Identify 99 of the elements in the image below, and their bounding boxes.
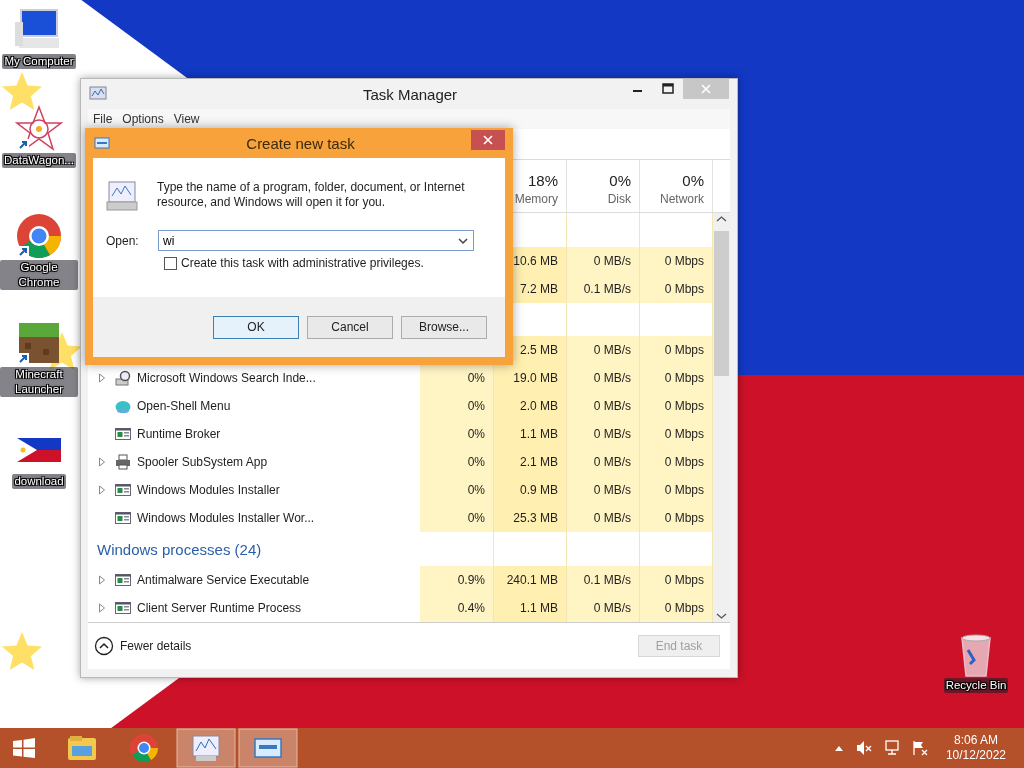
- scroll-thumb[interactable]: [714, 231, 729, 376]
- icon-label[interactable]: My Computer: [2, 54, 76, 69]
- checkbox-label[interactable]: Create this task with administrative privileges.: [181, 256, 424, 270]
- table-cell: 0 Mbps: [640, 246, 713, 275]
- process-icon: [115, 426, 131, 443]
- table-cell: 0 MB/s: [567, 336, 640, 365]
- table-cell: 19.0 MB: [494, 364, 567, 393]
- process-name[interactable]: Runtime Broker: [137, 427, 221, 442]
- table-cell: 0 Mbps: [640, 504, 713, 533]
- table-cell: 0 MB/s: [567, 392, 640, 421]
- table-cell: 0 MB/s: [567, 420, 640, 449]
- process-name[interactable]: Client Server Runtime Process: [137, 601, 302, 615]
- table-cell: 0%: [420, 364, 494, 393]
- table-cell: 1.1 MB: [494, 420, 567, 449]
- table-cell: 0%: [420, 448, 494, 477]
- shortcut-icon[interactable]: [15, 105, 63, 153]
- table-cell: 0.4%: [420, 594, 494, 622]
- table-cell: 0%: [420, 392, 494, 421]
- table-cell: 0 Mbps: [640, 448, 713, 477]
- process-name[interactable]: Windows Modules Installer Wor...: [137, 511, 315, 526]
- table-cell: 0.1 MB/s: [567, 274, 640, 303]
- menu-item[interactable]: Options: [122, 112, 164, 126]
- table-cell: 0 Mbps: [640, 336, 713, 365]
- process-icon: [115, 398, 131, 415]
- table-cell: 0 MB/s: [567, 246, 640, 275]
- table-cell: 2.0 MB: [494, 392, 567, 421]
- table-cell: 0 MB/s: [567, 364, 640, 393]
- dialog-title: Create new task: [245, 134, 356, 152]
- process-name[interactable]: Spooler SubSystem App: [137, 455, 268, 470]
- table-cell: 0 Mbps: [640, 420, 713, 449]
- process-icon: [115, 454, 131, 471]
- open-field[interactable]: wi: [158, 230, 474, 251]
- instruction-text: Type the name of a program, folder, document, or Internet resource, and Windows will open it for you.: [157, 180, 466, 211]
- speaker-muted-icon[interactable]: [855, 740, 872, 756]
- group-heading[interactable]: Windows processes (24): [88, 540, 262, 558]
- expand-arrow-icon[interactable]: [98, 457, 106, 468]
- process-icon: [115, 600, 131, 616]
- dialog-button[interactable]: Cancel: [307, 315, 393, 339]
- table-cell: 0 Mbps: [640, 476, 713, 505]
- computer-chart-icon: [105, 180, 139, 212]
- expand-arrow-icon[interactable]: [98, 575, 106, 585]
- dialog-button[interactable]: OK: [213, 315, 299, 339]
- expand-arrow-icon[interactable]: [98, 373, 106, 384]
- fewer-details-link[interactable]: Fewer details: [94, 636, 192, 656]
- close-icon[interactable]: [471, 130, 505, 150]
- table-cell: 25.3 MB: [494, 504, 567, 533]
- table-cell: 0 MB/s: [567, 448, 640, 477]
- menu-item[interactable]: File: [93, 112, 113, 126]
- table-cell: 240.1 MB: [494, 566, 567, 594]
- table-cell: 0.9%: [420, 566, 494, 594]
- run-icon: [94, 137, 110, 149]
- expand-arrow-icon[interactable]: [98, 603, 106, 613]
- table-cell: 0%: [420, 476, 494, 505]
- table-cell: 0%: [420, 504, 494, 533]
- taskbar-app-icon[interactable]: [176, 728, 236, 768]
- icon-label[interactable]: Google Chrome: [0, 260, 78, 290]
- admin-checkbox[interactable]: [164, 256, 177, 270]
- table-cell: 0 Mbps: [640, 392, 713, 421]
- task-manager-icon: [89, 86, 107, 102]
- shortcut-icon[interactable]: [15, 212, 63, 260]
- process-name[interactable]: Microsoft Windows Search Inde...: [137, 371, 316, 386]
- chevron-up-icon: [94, 636, 114, 656]
- process-icon: [115, 510, 131, 527]
- table-cell: 0%: [420, 420, 494, 449]
- table-cell: 2.1 MB: [494, 448, 567, 477]
- table-cell: 0 MB/s: [567, 504, 640, 533]
- table-cell: 0 Mbps: [640, 566, 713, 594]
- network-icon[interactable]: [883, 740, 900, 756]
- process-icon: [115, 370, 131, 387]
- column-header[interactable]: 0% Network: [640, 160, 713, 212]
- table-cell: 1.1 MB: [494, 594, 567, 622]
- icon-label[interactable]: Minecraft Launcher: [0, 367, 78, 397]
- process-name[interactable]: Open-Shell Menu: [137, 399, 231, 414]
- show-hidden-icons-icon[interactable]: [833, 744, 844, 752]
- column-header[interactable]: 0% Disk: [567, 160, 640, 212]
- icon-label[interactable]: download: [12, 474, 66, 489]
- window-title: Task Manager: [361, 85, 459, 103]
- icon-label[interactable]: Recycle Bin: [943, 678, 1009, 693]
- table-cell: 0.1 MB/s: [567, 566, 640, 594]
- table-cell: 0 Mbps: [640, 274, 713, 303]
- process-name[interactable]: Antimalware Service Executable: [137, 573, 310, 587]
- table-cell: 0.9 MB: [494, 476, 567, 505]
- dialog-button[interactable]: Browse...: [401, 315, 487, 339]
- dropdown-caret-icon[interactable]: [456, 236, 470, 246]
- open-label: Open:: [106, 233, 140, 248]
- process-icon: [115, 482, 131, 499]
- table-cell: 0 MB/s: [567, 594, 640, 622]
- expand-arrow-icon[interactable]: [98, 485, 106, 496]
- process-name[interactable]: Windows Modules Installer: [137, 483, 280, 498]
- table-cell: 0 Mbps: [640, 594, 713, 622]
- table-cell: 0 MB/s: [567, 476, 640, 505]
- menu-item[interactable]: View: [173, 112, 200, 126]
- table-cell: 0 Mbps: [640, 364, 713, 393]
- flag-icon[interactable]: [911, 740, 928, 756]
- clock[interactable]: 8:06 AM 10/12/2022: [945, 733, 1006, 763]
- icon-label[interactable]: DataWagon...: [2, 153, 76, 168]
- process-icon: [115, 572, 131, 588]
- scrollbar[interactable]: [713, 213, 730, 622]
- taskbar-app-icon[interactable]: [238, 728, 298, 768]
